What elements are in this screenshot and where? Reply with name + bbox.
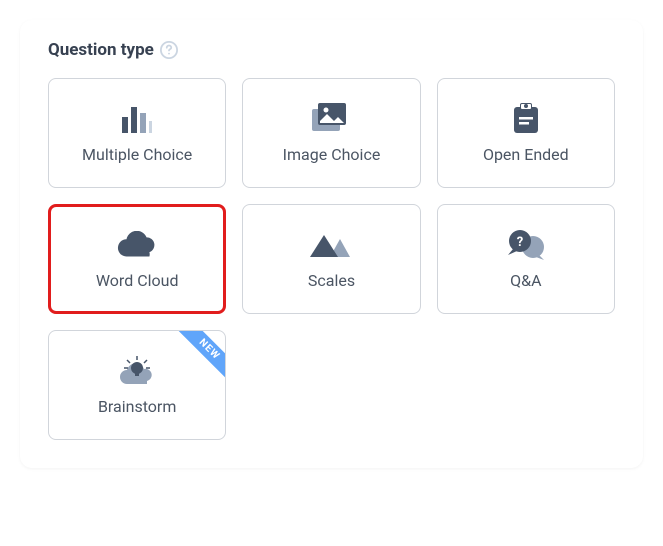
panel-title: Question type: [48, 40, 154, 60]
mountains-icon: [310, 229, 352, 261]
option-label: Image Choice: [283, 145, 381, 164]
option-label: Open Ended: [483, 145, 569, 164]
option-word-cloud[interactable]: Word Cloud: [48, 204, 226, 314]
clipboard-icon: [505, 103, 547, 135]
question-type-panel: Question type Multiple Choice: [20, 20, 643, 468]
bar-chart-icon: [116, 103, 158, 135]
svg-text:?: ?: [517, 235, 523, 250]
options-grid: Multiple Choice Image Choice: [48, 78, 615, 440]
option-open-ended[interactable]: Open Ended: [437, 78, 615, 188]
option-scales[interactable]: Scales: [242, 204, 420, 314]
cloud-icon: [116, 229, 158, 261]
help-icon[interactable]: [160, 41, 178, 59]
option-label: Brainstorm: [98, 397, 176, 416]
option-label: Word Cloud: [96, 271, 179, 290]
option-image-choice[interactable]: Image Choice: [242, 78, 420, 188]
panel-header: Question type: [48, 40, 615, 60]
option-qa[interactable]: ? Q&A: [437, 204, 615, 314]
option-label: Multiple Choice: [82, 145, 192, 164]
option-label: Q&A: [510, 271, 541, 290]
option-brainstorm[interactable]: NEW Brainstorm: [48, 330, 226, 440]
option-multiple-choice[interactable]: Multiple Choice: [48, 78, 226, 188]
qa-bubbles-icon: ?: [505, 229, 547, 261]
lightbulb-cloud-icon: [116, 355, 158, 387]
option-label: Scales: [308, 271, 355, 290]
image-icon: [310, 103, 352, 135]
new-badge: NEW: [175, 330, 227, 384]
